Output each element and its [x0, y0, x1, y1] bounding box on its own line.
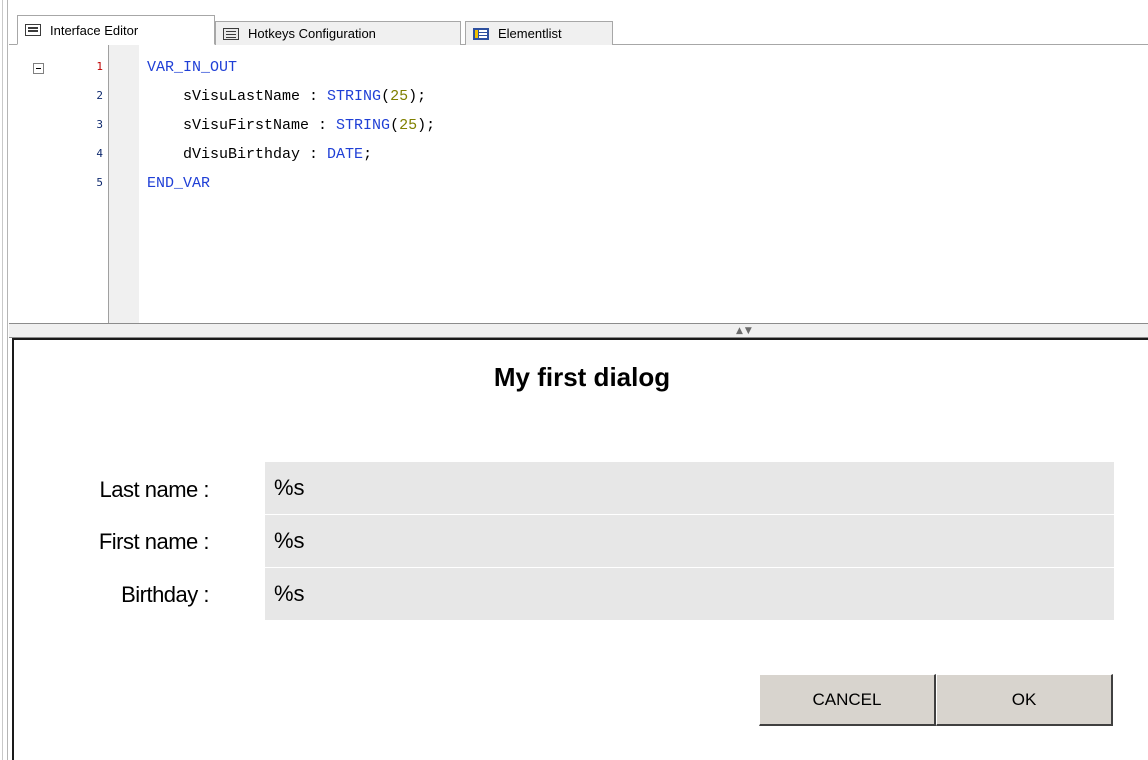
code-text: sVisuLastName : STRING(25); — [147, 88, 426, 105]
dialog-title: My first dialog — [493, 362, 671, 392]
code-line[interactable]: 1 VAR_IN_OUT — [9, 56, 1148, 78]
last-name-field[interactable]: %s — [265, 462, 1114, 514]
end-token: ; — [363, 146, 373, 163]
tab-interface-editor[interactable]: Interface Editor — [17, 15, 215, 45]
first-name-label: First name : — [98, 529, 210, 554]
number-token: 25 — [399, 117, 418, 134]
code-line[interactable]: 5 END_VAR — [9, 172, 1148, 194]
keyword-token: VAR_IN_OUT — [147, 59, 238, 76]
tab-elementlist[interactable]: Elementlist — [465, 21, 613, 45]
separator-token: : — [300, 146, 328, 163]
end-token: ); — [408, 88, 427, 105]
separator-token: : — [300, 88, 328, 105]
code-text: dVisuBirthday : DATE; — [147, 146, 372, 163]
birthday-field[interactable]: %s — [265, 568, 1114, 620]
line-number: 5 — [96, 176, 103, 189]
code-text: END_VAR — [147, 175, 210, 192]
end-token: ); — [417, 117, 436, 134]
declaration-editor[interactable]: 1 VAR_IN_OUT 2 sVisuLastName : STRING(25… — [9, 45, 1148, 323]
paren-token: ( — [381, 88, 391, 105]
code-line[interactable]: 4 dVisuBirthday : DATE; — [9, 143, 1148, 165]
cancel-button[interactable]: CANCEL — [759, 674, 936, 726]
splitter-arrows-icon[interactable]: ▲▼ — [736, 327, 754, 336]
code-line[interactable]: 3 sVisuFirstName : STRING(25); — [9, 114, 1148, 136]
first-name-field[interactable]: %s — [265, 515, 1114, 567]
number-token: 25 — [390, 88, 409, 105]
birthday-label: Birthday : — [121, 582, 209, 607]
keyword-token: END_VAR — [147, 175, 211, 192]
tab-hotkeys-configuration[interactable]: Hotkeys Configuration — [215, 21, 461, 45]
keyboard-icon — [223, 27, 239, 40]
element-list-icon — [473, 27, 489, 40]
line-number: 4 — [96, 147, 103, 160]
window-left-border — [0, 0, 8, 760]
editor-icon — [25, 24, 41, 36]
identifier-token: sVisuLastName — [147, 88, 301, 105]
tab-label: Interface Editor — [50, 22, 139, 38]
code-text: VAR_IN_OUT — [147, 59, 237, 76]
identifier-token: dVisuBirthday — [147, 146, 301, 163]
last-name-label: Last name : — [99, 477, 210, 502]
type-token: DATE — [327, 146, 364, 163]
line-number: 1 — [96, 60, 103, 73]
code-line[interactable]: 2 sVisuLastName : STRING(25); — [9, 85, 1148, 107]
line-number: 3 — [96, 118, 103, 131]
line-number: 2 — [96, 89, 103, 102]
identifier-token: sVisuFirstName — [147, 117, 310, 134]
visualization-canvas: My first dialog Last name : %s First nam… — [12, 338, 1148, 760]
tab-label: Elementlist — [498, 26, 562, 41]
editor-tab-strip: Interface Editor Hotkeys Configuration E… — [9, 0, 1148, 45]
type-token: STRING — [327, 88, 382, 105]
pane-splitter[interactable]: ▲▼ — [9, 323, 1148, 338]
tab-label: Hotkeys Configuration — [248, 26, 376, 41]
type-token: STRING — [336, 117, 391, 134]
paren-token: ( — [390, 117, 400, 134]
code-text: sVisuFirstName : STRING(25); — [147, 117, 435, 134]
ok-button[interactable]: OK — [936, 674, 1113, 726]
separator-token: : — [309, 117, 337, 134]
